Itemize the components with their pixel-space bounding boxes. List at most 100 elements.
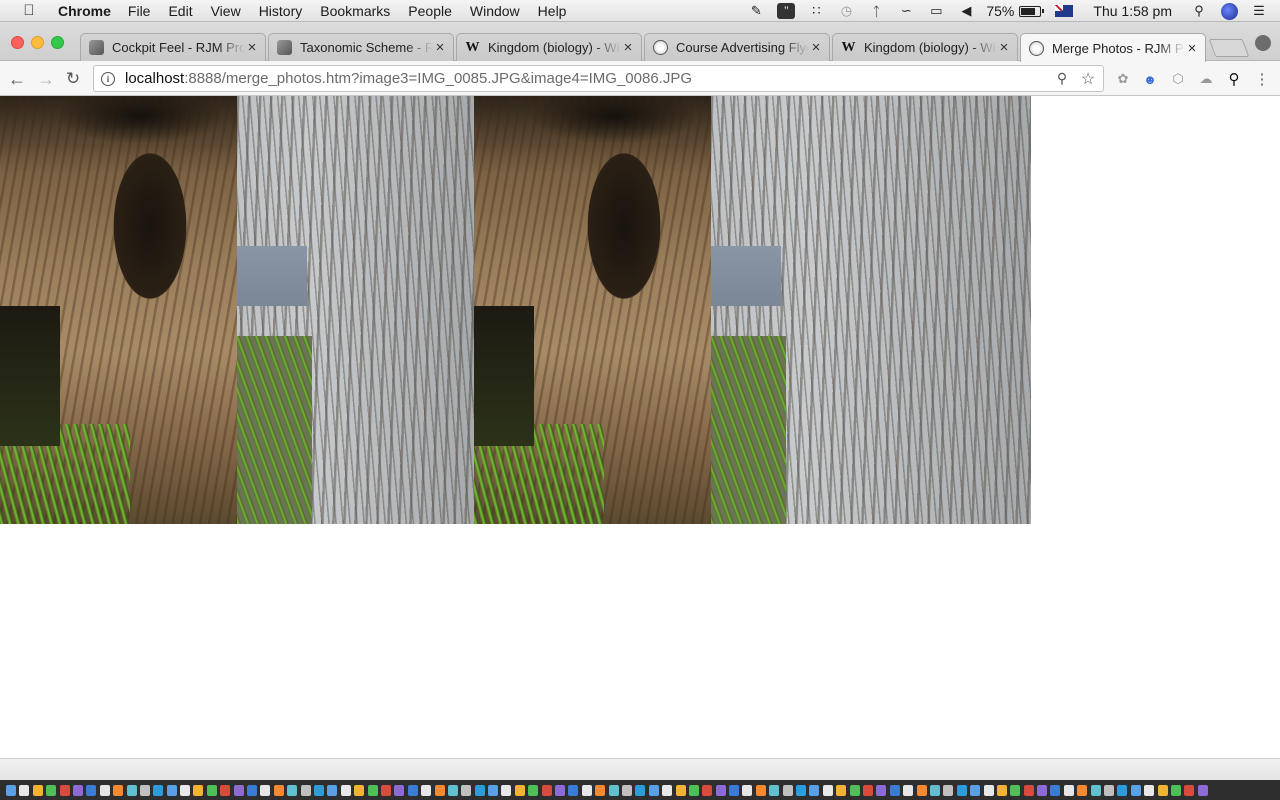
window-close-button[interactable]: [11, 36, 24, 49]
app-menu-chrome[interactable]: Chrome: [58, 3, 111, 19]
url-text[interactable]: localhost:8888/merge_photos.htm?image3=I…: [125, 70, 1053, 87]
dock-app-icon[interactable]: [327, 784, 338, 796]
dock-app-icon[interactable]: [260, 784, 271, 796]
window-minimize-button[interactable]: [31, 36, 44, 49]
dock-app-icon[interactable]: [1010, 784, 1021, 796]
dock-app-icon[interactable]: [407, 784, 418, 796]
dock-app-icon[interactable]: [380, 784, 391, 796]
dock-app-icon[interactable]: [447, 784, 458, 796]
extension-cloud-icon[interactable]: ☁: [1197, 70, 1215, 88]
menubar-clock[interactable]: Thu 1:58 pm: [1093, 3, 1172, 19]
dock-app-icon[interactable]: [822, 784, 833, 796]
dock-app-icon[interactable]: [354, 784, 365, 796]
siri-icon[interactable]: [1220, 2, 1238, 20]
address-bar[interactable]: i localhost:8888/merge_photos.htm?image3…: [93, 65, 1104, 92]
dock-app-icon[interactable]: [1197, 784, 1208, 796]
dock-app-icon[interactable]: [782, 784, 793, 796]
menu-edit[interactable]: Edit: [168, 3, 192, 19]
dock-app-icon[interactable]: [1130, 784, 1141, 796]
reload-icon[interactable]: ↻: [62, 68, 84, 90]
tab-course-advertising-flyer[interactable]: Course Advertising Flyer ×: [644, 33, 830, 61]
dock-app-icon[interactable]: [367, 784, 378, 796]
dock-app-icon[interactable]: [287, 784, 298, 796]
dock-app-icon[interactable]: [970, 784, 981, 796]
extension-cube-icon[interactable]: ⬡: [1169, 70, 1187, 88]
dock-app-icon[interactable]: [313, 784, 324, 796]
dock-app-icon[interactable]: [394, 784, 405, 796]
dock-app-icon[interactable]: [809, 784, 820, 796]
dock-app-icon[interactable]: [769, 784, 780, 796]
dock-app-icon[interactable]: [849, 784, 860, 796]
dock-app-icon[interactable]: [608, 784, 619, 796]
dock-app-icon[interactable]: [648, 784, 659, 796]
dock-app-icon[interactable]: [541, 784, 552, 796]
dock-app-icon[interactable]: [1157, 784, 1168, 796]
dock-app-icon[interactable]: [755, 784, 766, 796]
dock-app-icon[interactable]: [863, 784, 873, 796]
menu-people[interactable]: People: [408, 3, 452, 19]
dock-app-icon[interactable]: [836, 784, 847, 796]
dock-app-icon[interactable]: [72, 784, 83, 796]
window-zoom-button[interactable]: [51, 36, 64, 49]
dock-app-icon[interactable]: [581, 784, 592, 796]
menu-bookmarks[interactable]: Bookmarks: [320, 3, 390, 19]
dock-app-icon[interactable]: [461, 784, 472, 796]
dock-app-icon[interactable]: [273, 784, 284, 796]
tab-close-icon[interactable]: ×: [621, 39, 635, 56]
dock-app-icon[interactable]: [166, 784, 177, 796]
dock-app-icon[interactable]: [903, 784, 914, 796]
dock-app-icon[interactable]: [99, 784, 110, 796]
dock-app-icon[interactable]: [19, 784, 30, 796]
dock-app-icon[interactable]: [300, 784, 311, 796]
dock-app-icon[interactable]: [86, 784, 97, 796]
site-info-icon[interactable]: i: [101, 71, 115, 86]
tab-taxonomic-scheme[interactable]: Taxonomic Scheme - RJM Programming ×: [268, 33, 454, 61]
dock-app-icon[interactable]: [889, 784, 900, 796]
script-icon[interactable]: ✎: [747, 3, 765, 19]
quote-icon[interactable]: ’’: [777, 3, 796, 19]
tab-kingdom-biology-2[interactable]: W Kingdom (biology) - Wikipedia ×: [832, 33, 1018, 61]
new-tab-button[interactable]: [1208, 39, 1250, 57]
dock-app-icon[interactable]: [206, 784, 217, 796]
tab-close-icon[interactable]: ×: [1185, 40, 1199, 57]
dock-app-icon[interactable]: [488, 784, 499, 796]
horizontal-scrollbar[interactable]: [0, 758, 1280, 780]
dock-app-icon[interactable]: [688, 784, 699, 796]
dock-app-icon[interactable]: [702, 784, 713, 796]
dock-app-icon[interactable]: [929, 784, 940, 796]
zoom-icon[interactable]: ⚲: [1053, 70, 1071, 87]
notification-center-icon[interactable]: ☰: [1250, 3, 1268, 19]
dock-app-icon[interactable]: [46, 784, 57, 796]
dock-app-icon[interactable]: [434, 784, 445, 796]
volume-icon[interactable]: ◀: [957, 3, 975, 19]
dock-app-icon[interactable]: [126, 784, 137, 796]
dock-app-icon[interactable]: [233, 784, 244, 796]
dock-app-icon[interactable]: [1170, 784, 1181, 796]
dock-app-icon[interactable]: [1090, 784, 1101, 796]
dock-app-icon[interactable]: [1050, 784, 1061, 796]
dock-app-icon[interactable]: [514, 784, 525, 796]
dock-app-icon[interactable]: [1077, 784, 1088, 796]
dock-app-icon[interactable]: [1144, 784, 1155, 796]
dock-app-icon[interactable]: [568, 784, 579, 796]
apple-menu-icon[interactable]: : [18, 2, 40, 19]
tab-close-icon[interactable]: ×: [809, 39, 823, 56]
dock-app-icon[interactable]: [956, 784, 967, 796]
back-arrow-icon[interactable]: ←: [6, 68, 28, 90]
bluetooth-icon[interactable]: ᛏ: [867, 3, 885, 19]
extension-person-icon[interactable]: ☻: [1141, 70, 1159, 88]
menu-history[interactable]: History: [259, 3, 303, 19]
dock-app-icon[interactable]: [193, 784, 204, 796]
chrome-menu-icon[interactable]: ⋮: [1253, 70, 1271, 88]
dock-app-icon[interactable]: [796, 784, 807, 796]
menu-file[interactable]: File: [128, 3, 151, 19]
dock-app-icon[interactable]: [635, 784, 646, 796]
tab-cockpit-feel[interactable]: Cockpit Feel - RJM Programming ×: [80, 33, 266, 61]
dock-app-icon[interactable]: [1104, 784, 1115, 796]
spotlight-search-icon[interactable]: ⚲: [1190, 3, 1208, 19]
dock-app-icon[interactable]: [180, 784, 191, 796]
dock-app-icon[interactable]: [675, 784, 686, 796]
dock-app-icon[interactable]: [528, 784, 539, 796]
dock-app-icon[interactable]: [501, 784, 512, 796]
dock-app-icon[interactable]: [662, 784, 673, 796]
